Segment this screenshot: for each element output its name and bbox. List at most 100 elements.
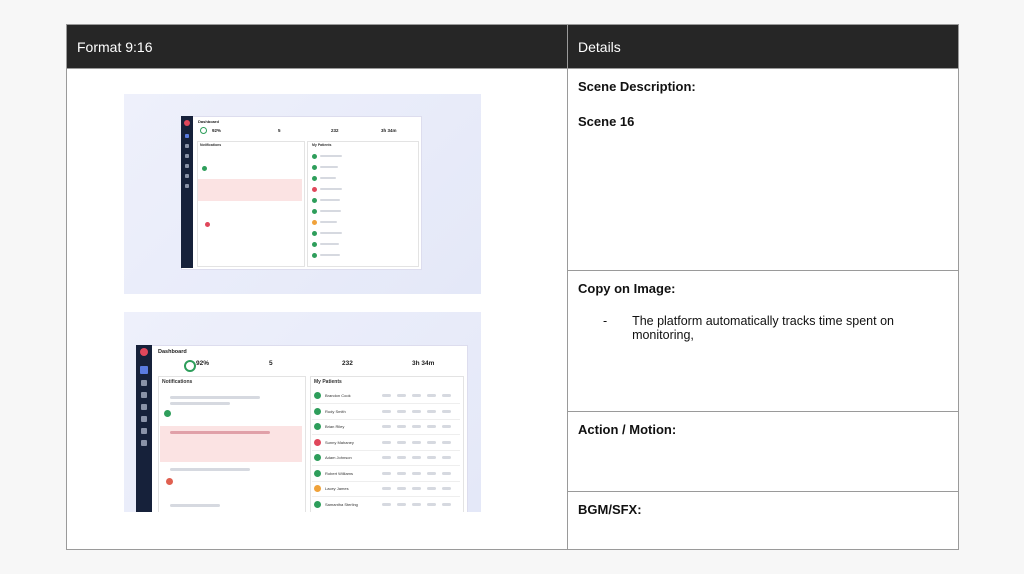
patient-metric [442,502,451,506]
patient-metric [427,440,436,444]
slide: Format 9:16 Details Scene Description: S… [0,0,1024,574]
patient-name: Lacey James [325,486,349,491]
row-placeholder [320,155,342,157]
row-placeholder [320,188,342,190]
patient-metric [442,471,451,475]
patient-status-dot [314,454,321,461]
nav-icon [185,154,189,158]
nav-icon [185,144,189,148]
dashboard-title: Dashboard [198,119,219,124]
patient-row [312,511,460,512]
nav-icon [185,184,189,188]
patient-metric [427,456,436,459]
status-dot [312,242,317,247]
patient-status-dot [314,485,321,492]
patient-metric [427,394,436,397]
patient-metric [397,471,406,475]
details-header: Details [567,24,959,69]
nav-icon [141,404,147,410]
patient-metric [427,409,436,413]
nav-icon [141,392,147,398]
patient-metric [412,487,421,490]
format-header: Format 9:16 [66,24,568,69]
patient-metric [442,487,451,490]
patient-status-dot [314,500,321,508]
copy-on-image-label: Copy on Image: [578,281,676,296]
patient-metric [412,394,421,397]
scene-description-cell: Scene Description: Scene 16 [567,68,959,271]
status-dot [312,154,317,159]
nav-icon [141,416,147,422]
patient-metric [442,456,451,459]
patient-metric [382,502,391,506]
patient-metric [382,471,391,475]
row-placeholder [320,177,336,179]
app-sidebar [181,116,193,268]
patient-metric [382,409,391,413]
dashboard-screenshot-2: Dashboard 92% 5 232 3h 34m Notifications… [124,312,481,512]
status-dot [312,165,317,170]
patient-row [312,480,460,482]
patient-row [312,495,460,497]
patients-title: My Patients [312,143,332,147]
notifications-title: Notifications [162,379,193,385]
patient-metric [397,502,406,506]
copy-bullet-text: The platform automatically tracks time s… [632,314,894,342]
bgm-sfx-cell: BGM/SFX: [567,491,959,550]
row-placeholder [320,210,341,212]
row-placeholder [320,199,340,201]
notification-text [170,504,220,507]
status-dot [312,176,317,181]
patient-metric [397,487,406,490]
alert-notification [198,179,302,201]
stat-patients: 232 [342,360,353,367]
patient-metric [397,456,406,459]
notification-avatar [166,478,173,485]
patient-name: Samantha Sterling [325,501,358,507]
app-logo-icon [184,120,190,126]
stat-time: 3h 34m [381,128,397,133]
app-logo-icon [140,348,148,356]
stat-time: 3h 34m [412,360,435,367]
patient-name: Adam Johnson [325,455,352,460]
alert-text [170,431,270,434]
patient-metric [382,440,391,444]
patient-name: Robert Williams [325,470,354,476]
nav-icon [140,366,148,374]
patient-status-dot [314,423,321,430]
patient-metric [412,440,421,444]
bullet-dash: - [602,314,608,328]
status-dot [312,198,317,203]
scene-number: Scene 16 [578,114,635,129]
status-dot [312,187,317,192]
patient-status-dot [314,438,321,446]
patient-status-dot [314,469,321,477]
status-dot [312,253,317,258]
patient-metric [427,502,436,506]
patient-row [312,433,460,435]
patient-name: Brian Riley [325,424,345,429]
row-placeholder [320,254,340,256]
patient-metric [442,409,451,413]
stat-alerts: 5 [278,128,281,133]
patient-row [312,418,460,420]
nav-icon [141,380,147,386]
patient-metric [382,425,391,428]
stat-compliance: 92% [212,128,222,133]
notification-dot [205,222,210,227]
compliance-ring [200,127,207,134]
nav-icon [185,134,189,138]
patient-metric [427,425,436,428]
dashboard-screenshot-1: Dashboard 92% 5 232 3h 34m Notifications… [124,94,481,294]
patient-metric [442,394,451,397]
patient-metric [427,487,436,490]
nav-icon [185,174,189,178]
patient-metric [412,425,421,428]
action-motion-cell: Action / Motion: [567,411,959,492]
patients-panel [307,141,419,267]
notification-dot [164,410,171,417]
status-dot [312,231,317,236]
scene-description-label: Scene Description: [578,79,696,94]
notification-text [170,468,250,471]
row-placeholder [320,243,339,245]
